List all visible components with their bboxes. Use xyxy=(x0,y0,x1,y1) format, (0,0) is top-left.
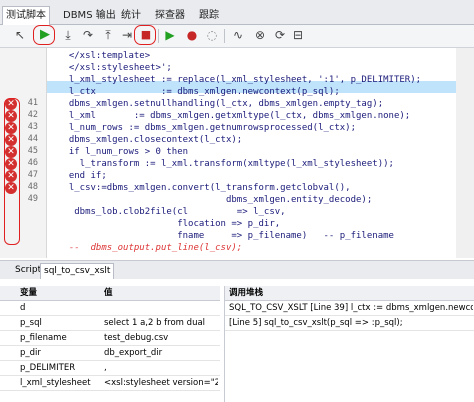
waveform-icon[interactable]: ∿ xyxy=(230,27,246,43)
code-line: dbms_xmlgen.closecontext(l_ctx); xyxy=(58,135,243,145)
var-header-value: 值 xyxy=(104,288,113,298)
callstack-header: 调用堆栈 xyxy=(225,286,474,301)
top-tab-bar: 测试脚本 DBMS 输出 统计 探查器 跟踪 xyxy=(0,0,474,25)
tab-dbms-output[interactable]: DBMS 输出 xyxy=(60,8,119,23)
code-line: l_ctx := dbms_xmlgen.newcontext(p_sql); xyxy=(58,87,340,97)
var-header-name: 变量 xyxy=(20,288,38,298)
tab-statistics[interactable]: 统计 xyxy=(118,8,144,23)
callstack-row[interactable]: [Line 5] sql_to_csv_xslt(p_sql => :p_sql… xyxy=(225,316,474,331)
debug-toolbar: ↖ ▶ ⤓ ↷ ⤒ ⇥ ■ ▶ ● ◌ ∿ ⊗ ⟳ ⊟ xyxy=(0,25,474,48)
callstack-row[interactable]: SQL_TO_CSV_XSLT [Line 39] l_ctx := dbms_… xyxy=(225,301,474,316)
code-line: end if; xyxy=(58,171,107,181)
stop-highlight-circle xyxy=(134,25,156,45)
variable-name: p_dir xyxy=(20,348,41,358)
code-line: fname => p_filename) -- p_filename xyxy=(58,231,394,241)
clear-breakpoints-icon[interactable]: ◌ xyxy=(204,27,220,43)
vertical-scrollbar[interactable] xyxy=(456,48,474,258)
callstack-title: 调用堆栈 xyxy=(229,288,264,298)
find-icon[interactable]: ⊗ xyxy=(252,27,268,43)
variable-row[interactable]: p_sql select 1 a,2 b from dual xyxy=(0,316,220,331)
cursor-icon[interactable]: ↖ xyxy=(12,27,28,43)
variable-row[interactable]: p_dir db_export_dir xyxy=(0,346,220,361)
code-line: l_xml := dbms_xmlgen.getxmltype(l_ctx, d… xyxy=(58,111,411,121)
toolbar-separator xyxy=(158,29,159,43)
variables-table: 变量 值 d p_sql select 1 a,2 b from dual p_fil… xyxy=(0,286,220,402)
error-marker-circle xyxy=(4,98,20,245)
variable-value[interactable]: <xsl:stylesheet version="2.0" > xyxy=(104,376,218,390)
code-line: </xsl:stylesheet>'; xyxy=(58,63,172,73)
step-over-icon[interactable]: ↷ xyxy=(80,27,96,43)
code-line: dbms_xmlgen.setnullhandling(l_ctx, dbms_… xyxy=(58,99,384,109)
code-line: </xsl:template> xyxy=(58,51,151,61)
step-out-icon[interactable]: ⤒ xyxy=(100,27,116,43)
call-stack-panel: 调用堆栈 SQL_TO_CSV_XSLT [Line 39] l_ctx := … xyxy=(224,286,474,402)
run-highlight-circle xyxy=(33,25,55,45)
code-line: flocation => p_dir, xyxy=(58,219,281,229)
variables-header: 变量 值 xyxy=(0,286,220,301)
code-line: dbms_lob.clob2file(cl => l_csv, xyxy=(58,207,286,217)
tab-sql-to-csv-xslt[interactable]: sql_to_csv_xslt xyxy=(40,263,115,279)
bottom-tab-bar: Script sql_to_csv_xslt xyxy=(0,260,474,279)
code-line: l_xml_stylesheet := replace(l_xml_styles… xyxy=(58,75,422,85)
step-end-icon[interactable]: ⇥ xyxy=(119,27,135,43)
tab-profiler[interactable]: 探查器 xyxy=(152,8,188,23)
variable-value[interactable]: select 1 a,2 b from dual xyxy=(104,316,218,330)
variable-value[interactable]: test_debug.csv xyxy=(104,331,218,345)
variable-row[interactable]: p_DELIMITER, xyxy=(0,361,220,376)
code-line: -- dbms_output.put_line(l_csv); xyxy=(58,243,243,253)
callstack-text: [Line 5] sql_to_csv_xslt(p_sql => :p_sql… xyxy=(229,318,403,328)
code-line: dbms_xmlgen.entity_decode); xyxy=(58,195,373,205)
save-icon[interactable]: ⊟ xyxy=(290,27,306,43)
code-editor[interactable]: </xsl:template> </xsl:stylesheet>'; l_xm… xyxy=(0,48,474,258)
callstack-text: SQL_TO_CSV_XSLT [Line 39] l_ctx := dbms_… xyxy=(229,303,473,313)
resume-icon[interactable]: ▶ xyxy=(162,27,178,43)
code-line: l_num_rows := dbms_xmlgen.getnumrowsproc… xyxy=(58,123,357,133)
variable-name: p_DELIMITER xyxy=(20,363,76,373)
code-line: if l_num_rows > 0 then xyxy=(58,147,189,157)
tab-test-script[interactable]: 测试脚本 xyxy=(2,6,50,25)
variable-name: p_filename xyxy=(20,333,67,343)
refresh-icon[interactable]: ⟳ xyxy=(272,27,288,43)
variable-value[interactable]: , xyxy=(104,361,218,375)
variable-value[interactable]: db_export_dir xyxy=(104,346,218,360)
variable-row[interactable]: p_filename test_debug.csv xyxy=(0,331,220,346)
variable-row[interactable]: l_xml_stylesheet <xsl:stylesheet version=… xyxy=(0,376,220,391)
variable-row[interactable]: d xyxy=(0,301,220,316)
variable-name: p_sql xyxy=(20,318,42,328)
variable-name: d xyxy=(20,303,26,313)
step-into-icon[interactable]: ⤓ xyxy=(60,27,76,43)
variable-name: l_xml_stylesheet xyxy=(20,378,91,388)
toggle-breakpoint-icon[interactable]: ● xyxy=(184,27,200,43)
variable-value[interactable] xyxy=(104,301,218,315)
tab-trace[interactable]: 跟踪 xyxy=(196,8,222,23)
code-line: l_transform := l_xml.transform(xmltype(l… xyxy=(58,159,394,169)
code-line: l_csv:=dbms_xmlgen.convert(l_transform.g… xyxy=(58,183,351,193)
toolbar-separator xyxy=(224,29,225,43)
